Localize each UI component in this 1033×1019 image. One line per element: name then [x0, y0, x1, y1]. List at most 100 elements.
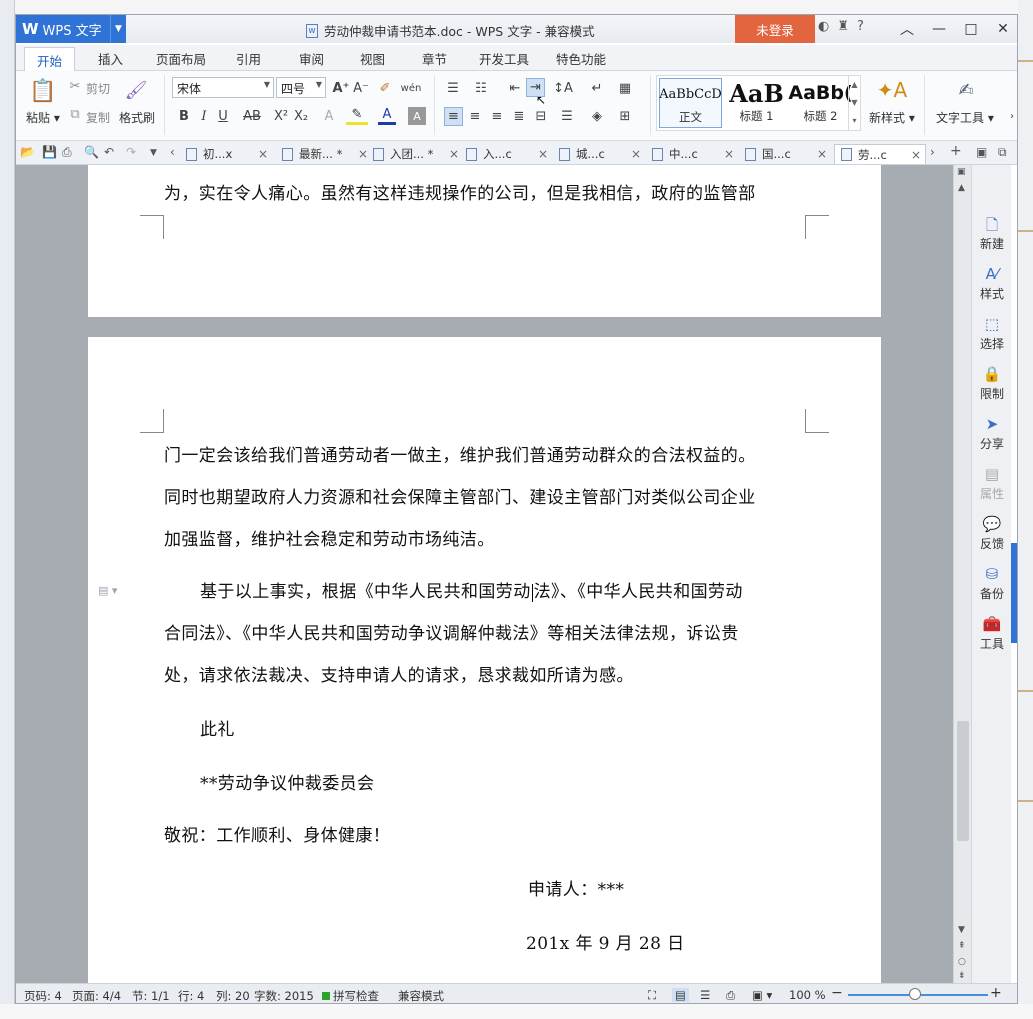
underline-icon[interactable]: U: [214, 107, 232, 125]
copy-icon[interactable]: ⧉: [68, 107, 82, 122]
chevron-down-icon[interactable]: ▼: [110, 15, 126, 43]
vertical-scrollbar[interactable]: ▣ ▲ ▼ ⇞ ○ ⇟: [953, 165, 971, 983]
pane-tools[interactable]: 🧰 工具: [972, 615, 1012, 652]
align-center-icon[interactable]: ≡: [466, 107, 484, 125]
new-tab-icon[interactable]: +: [950, 143, 962, 159]
close-button[interactable]: ✕: [987, 15, 1017, 43]
close-tab-icon[interactable]: ×: [258, 147, 268, 161]
tab-chapter[interactable]: 章节: [422, 49, 447, 68]
document-date[interactable]: 201x 年 9 月 28 日: [526, 929, 685, 954]
style-heading-2[interactable]: AaBb( 标题 2: [788, 78, 852, 128]
status-word-count[interactable]: 字数: 2015: [254, 988, 314, 1003]
scroll-top-icon[interactable]: ▣: [957, 167, 966, 177]
paragraph-spacing-icon[interactable]: ☰: [558, 107, 576, 125]
pane-new[interactable]: 🗋 新建: [972, 215, 1012, 252]
select-browse-icon[interactable]: ○: [958, 957, 966, 967]
doc-tab[interactable]: 初...x ×: [186, 144, 280, 164]
customize-qat-icon[interactable]: ▼: [150, 148, 157, 158]
zoom-in-icon[interactable]: +: [990, 985, 1002, 1001]
login-button[interactable]: 未登录: [735, 15, 815, 43]
zoom-slider-handle[interactable]: [909, 988, 921, 1000]
print-preview-icon[interactable]: 🔍: [84, 145, 99, 159]
align-left-icon[interactable]: ≡: [444, 107, 463, 126]
close-tab-icon[interactable]: ×: [817, 147, 827, 161]
bold-icon[interactable]: B: [176, 107, 192, 125]
full-screen-icon[interactable]: ⛶: [648, 988, 656, 1003]
styles-scroll[interactable]: ▲ ▼ ▾: [848, 76, 860, 130]
tab-developer[interactable]: 开发工具: [479, 49, 529, 68]
close-tab-icon[interactable]: ×: [358, 147, 368, 161]
collapse-ribbon-icon[interactable]: ︿: [891, 15, 923, 43]
save-icon[interactable]: 💾: [42, 145, 57, 159]
bullet-list-icon[interactable]: ☰: [442, 79, 464, 97]
tabs-left-icon[interactable]: ‹: [170, 145, 175, 159]
zoom-out-icon[interactable]: −: [831, 985, 843, 1001]
text-tools-icon[interactable]: ✍: [952, 77, 980, 103]
pane-styles[interactable]: A⁄ 样式: [972, 265, 1012, 302]
new-style-icon[interactable]: ✦A: [877, 77, 907, 103]
tab-insert[interactable]: 插入: [98, 49, 123, 68]
strikethrough-icon[interactable]: AB: [242, 107, 262, 125]
prev-page-icon[interactable]: ⇞: [958, 941, 966, 951]
pane-properties[interactable]: ▤ 属性: [972, 465, 1012, 502]
tab-list-icon[interactable]: ▣: [976, 145, 987, 159]
tab-home[interactable]: 开始: [24, 47, 76, 72]
font-color-icon[interactable]: A: [378, 107, 396, 125]
doc-tab[interactable]: 入...c ×: [466, 144, 560, 164]
open-folder-icon[interactable]: 📂: [20, 145, 35, 159]
borders-icon[interactable]: ⊞: [616, 107, 634, 125]
align-right-icon[interactable]: ≡: [488, 107, 506, 125]
close-tab-icon[interactable]: ×: [538, 147, 548, 161]
shirt-icon[interactable]: ♜: [837, 19, 849, 34]
pane-share[interactable]: ➤ 分享: [972, 415, 1012, 452]
scroll-up-icon[interactable]: ▲: [958, 183, 965, 193]
tab-references[interactable]: 引用: [236, 49, 261, 68]
shading-icon[interactable]: ◈: [588, 107, 606, 125]
paragraph-mark-icon[interactable]: ↵: [588, 79, 606, 97]
table-icon[interactable]: ▦: [616, 79, 634, 97]
applicant-signature[interactable]: 申请人：***: [528, 875, 624, 900]
next-page-icon[interactable]: ⇟: [958, 971, 966, 981]
justify-icon[interactable]: ≣: [510, 107, 528, 125]
subscript-icon[interactable]: X₂: [292, 107, 310, 125]
format-painter-button[interactable]: 格式刷: [119, 109, 155, 126]
tab-view[interactable]: 视图: [360, 49, 385, 68]
minimize-button[interactable]: —: [923, 15, 955, 43]
doc-tab[interactable]: 入团... * ×: [373, 144, 467, 164]
scroll-down-icon[interactable]: ▼: [958, 925, 965, 935]
format-painter-icon[interactable]: 🖌: [122, 77, 150, 103]
shrink-font-icon[interactable]: A⁻: [352, 79, 370, 97]
tab-review[interactable]: 审阅: [299, 49, 324, 68]
closing-wishes[interactable]: 敬祝：工作顺利、身体健康！: [164, 821, 390, 846]
tab-page-layout[interactable]: 页面布局: [156, 49, 206, 68]
zoom-level[interactable]: 100 %: [789, 988, 826, 1002]
copy-button[interactable]: 复制: [86, 109, 110, 126]
body-line[interactable]: 同时也期望政府人力资源和社会保障主管部门、建设主管部门对类似公司企业: [164, 483, 756, 508]
body-line[interactable]: 门一定会该给我们普通劳动者一做主，维护我们普通劳动群众的合法权益的。: [164, 441, 756, 466]
body-line[interactable]: 加强监督，维护社会稳定和劳动市场纯洁。: [164, 525, 495, 550]
cut-button[interactable]: 剪切: [86, 80, 110, 97]
pane-backup[interactable]: ⛁ 备份: [972, 565, 1012, 602]
doc-tab[interactable]: 最新... * ×: [282, 144, 376, 164]
close-tab-icon[interactable]: ×: [724, 147, 734, 161]
tab-menu-icon[interactable]: ⧉: [998, 145, 1007, 160]
line-spacing-icon[interactable]: ↕A: [552, 79, 574, 97]
tab-special-features[interactable]: 特色功能: [556, 49, 606, 68]
close-tab-icon[interactable]: ×: [449, 147, 459, 161]
style-heading-1[interactable]: AaB 标题 1: [725, 78, 788, 128]
paste-button[interactable]: 粘贴 ▾: [26, 109, 60, 126]
reading-mode-icon[interactable]: ▣ ▾: [752, 988, 772, 1002]
body-line[interactable]: 基于以上事实，根据《中华人民共和国劳动 法》、《中华人民共和国劳动: [200, 577, 743, 602]
close-tab-icon[interactable]: ×: [631, 147, 641, 161]
help-icon[interactable]: ?: [857, 19, 864, 34]
paragraph-handle-icon[interactable]: ▤ ▾: [98, 584, 117, 597]
font-name-select[interactable]: 宋体 ▼: [172, 77, 274, 98]
recipient[interactable]: **劳动争议仲裁委员会: [200, 769, 374, 794]
text-effect-icon[interactable]: A: [320, 107, 338, 125]
pinyin-guide-icon[interactable]: wén: [400, 79, 422, 97]
doc-tab[interactable]: 城...c ×: [559, 144, 653, 164]
pane-select[interactable]: ⬚ 选择: [972, 315, 1012, 352]
font-size-select[interactable]: 四号 ▼: [276, 77, 326, 98]
numbered-list-icon[interactable]: ☷: [470, 79, 492, 97]
body-line[interactable]: 合同法》、《中华人民共和国劳动争议调解仲裁法》等相关法律法规，诉讼贵: [164, 619, 739, 644]
